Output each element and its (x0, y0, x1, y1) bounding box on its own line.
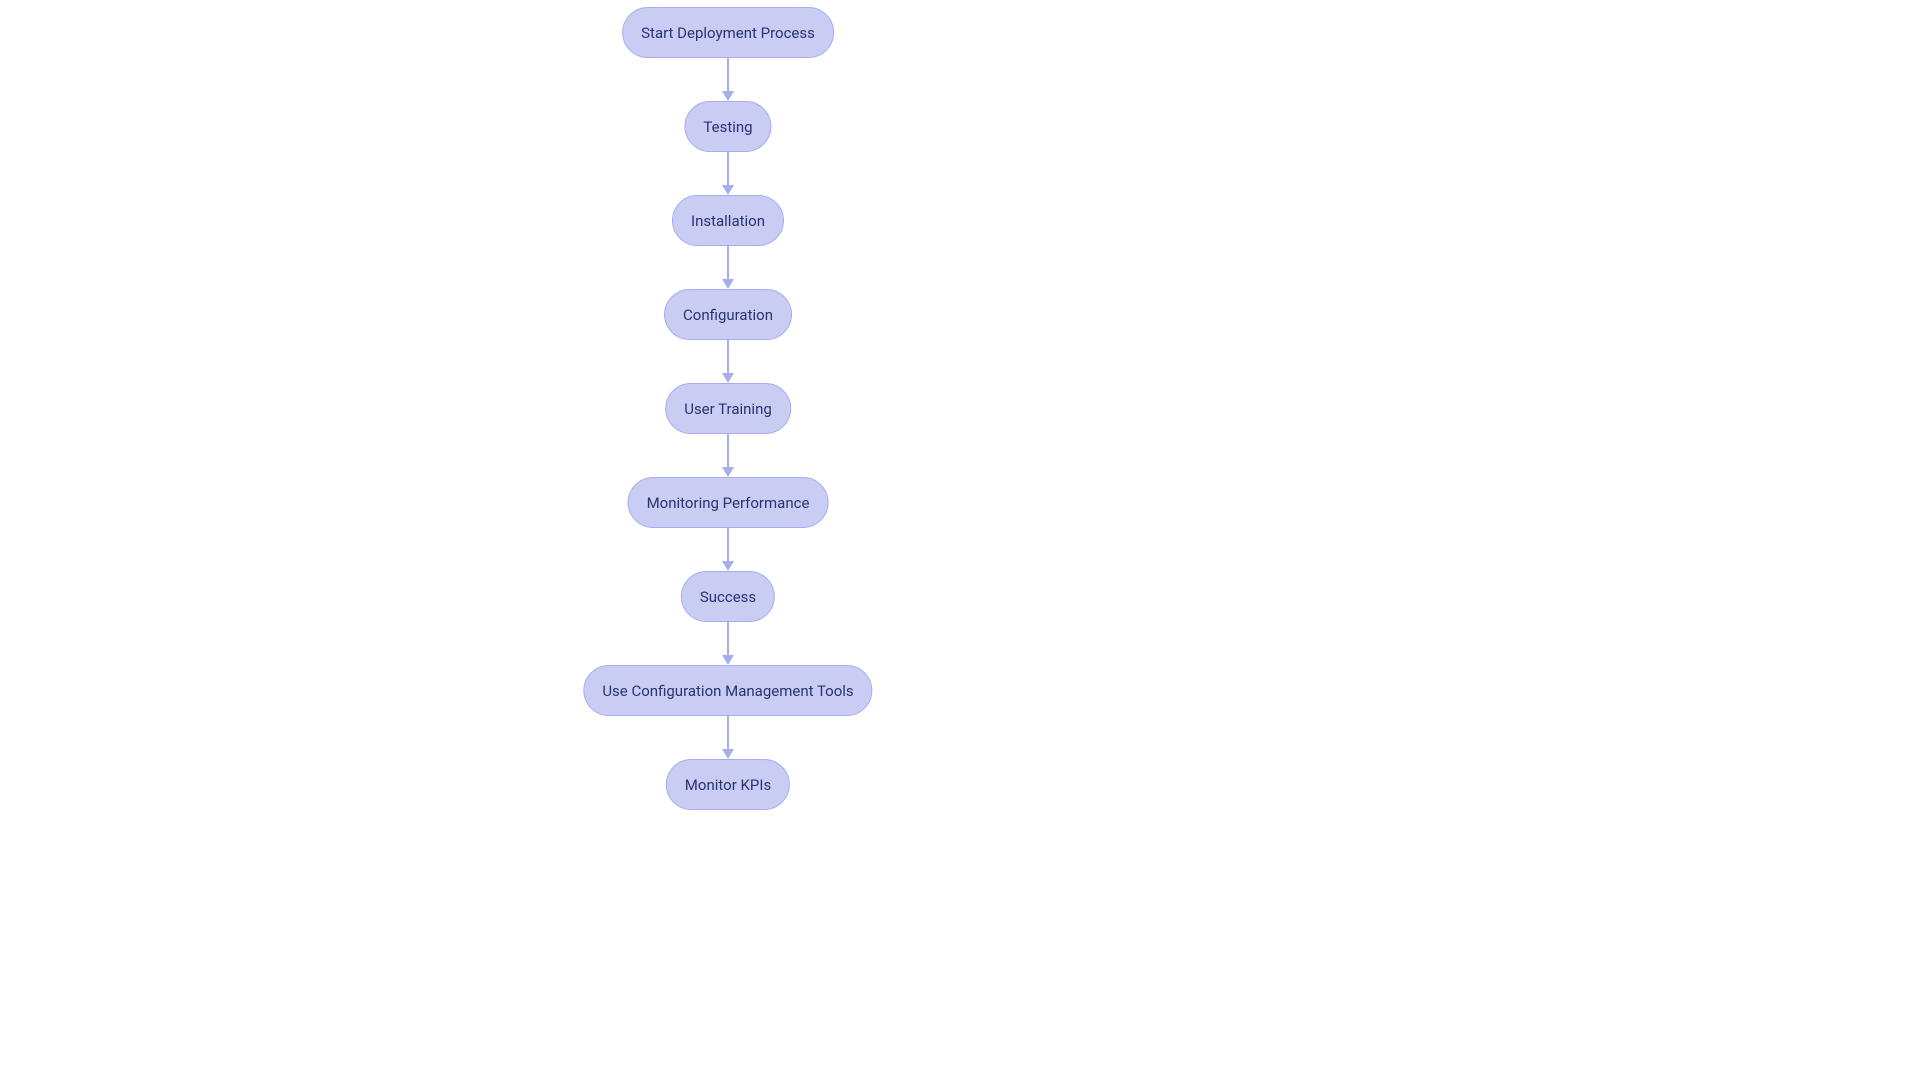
arrow-line (727, 716, 729, 749)
arrow-head-icon (722, 467, 734, 477)
arrow-line (727, 152, 729, 185)
node-installation: Installation (672, 195, 784, 246)
arrow-head-icon (722, 749, 734, 759)
arrow-head-icon (722, 373, 734, 383)
node-testing: Testing (684, 101, 771, 152)
arrow-line (727, 434, 729, 467)
arrow-head-icon (722, 279, 734, 289)
arrow-line (727, 528, 729, 561)
arrow-head-icon (722, 91, 734, 101)
node-monitoring-performance: Monitoring Performance (628, 477, 829, 528)
node-label: Installation (691, 212, 765, 230)
node-label: Configuration (683, 306, 773, 324)
arrow-line (727, 246, 729, 279)
arrow-head-icon (722, 655, 734, 665)
node-label: User Training (684, 400, 772, 418)
flowchart-canvas: Start Deployment Process Testing Install… (0, 0, 1920, 1080)
node-configuration: Configuration (664, 289, 792, 340)
node-label: Testing (703, 118, 752, 136)
node-label: Success (700, 588, 756, 606)
node-label: Start Deployment Process (641, 24, 815, 42)
node-label: Monitoring Performance (647, 494, 810, 512)
node-config-mgmt-tools: Use Configuration Management Tools (583, 665, 872, 716)
node-label: Use Configuration Management Tools (602, 682, 853, 700)
node-label: Monitor KPIs (685, 776, 771, 794)
node-success: Success (681, 571, 775, 622)
node-start-deployment: Start Deployment Process (622, 7, 834, 58)
arrow-line (727, 622, 729, 655)
arrow-head-icon (722, 561, 734, 571)
arrow-line (727, 58, 729, 91)
node-monitor-kpis: Monitor KPIs (666, 759, 790, 810)
node-user-training: User Training (665, 383, 791, 434)
arrow-head-icon (722, 185, 734, 195)
arrow-line (727, 340, 729, 373)
